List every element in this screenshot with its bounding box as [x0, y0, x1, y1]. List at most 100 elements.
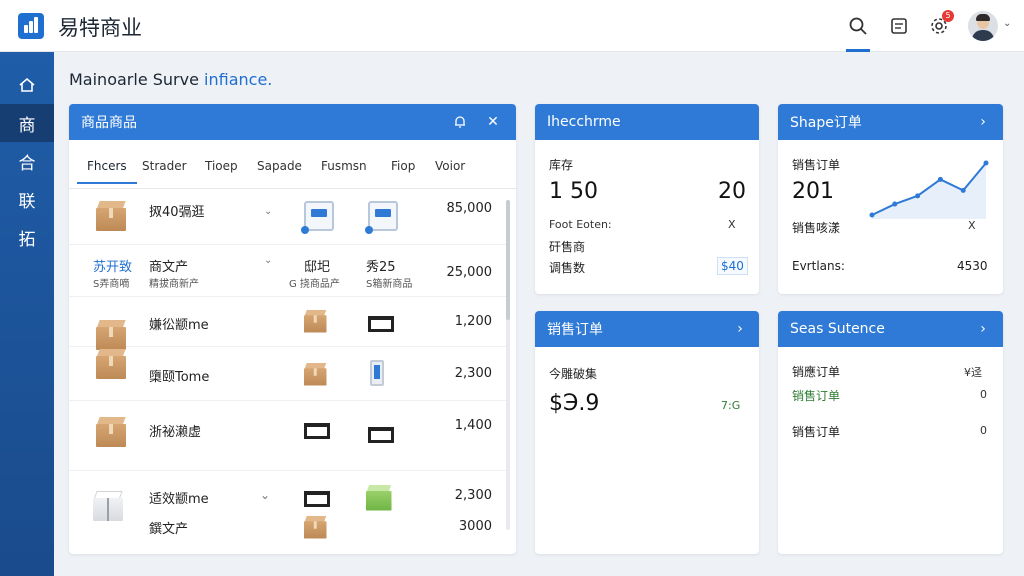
sequence-card-header: Seas Sutence ›: [778, 311, 1003, 347]
product-col3: 邸圯: [304, 260, 331, 275]
orders-row-label: Evrtlans:: [792, 259, 845, 273]
search-icon[interactable]: [846, 14, 870, 38]
sparkline-point: [915, 193, 921, 199]
box-icon: [93, 491, 123, 521]
tab-1[interactable]: Strader: [132, 148, 197, 184]
product-name: 㯐颐Tome: [149, 370, 210, 385]
tab-2[interactable]: Tioep: [195, 148, 248, 184]
inventory-row-value: $40: [717, 257, 748, 275]
chevron-down-icon[interactable]: ⌄: [1003, 18, 1011, 29]
chevron-down-icon[interactable]: ⌄: [260, 488, 270, 502]
product-value: 2,300: [454, 366, 492, 381]
sparkline-point: [892, 201, 898, 207]
close-icon[interactable]: ✕: [484, 113, 502, 131]
product-value: 85,000: [446, 201, 493, 216]
sidebar-item-4[interactable]: 拓: [0, 218, 54, 256]
tab-4[interactable]: Fusmsn: [311, 148, 377, 184]
sequence-card: Seas Sutence › 销應订单 ¥迳 销售订单 0 销售订单 0: [778, 311, 1003, 554]
package-icon: [368, 316, 394, 332]
sidebar: 商 合 联 拓: [0, 52, 54, 576]
inventory-row-label: 调售数: [549, 261, 586, 275]
sidebar-item-1[interactable]: 商: [0, 104, 54, 142]
chevron-down-icon[interactable]: ⌄: [264, 255, 272, 266]
table-row[interactable]: 㯐颐Tome 2,300: [69, 347, 506, 401]
package-icon: [368, 427, 394, 443]
sequence-row-value: 0: [980, 424, 987, 437]
tab-3[interactable]: Sapade: [247, 148, 312, 184]
product-col2-sub: 精拔商新产: [149, 279, 199, 290]
product-value: 1,400: [454, 418, 492, 433]
orders-row-value: X: [968, 219, 976, 232]
device-icon: [301, 201, 334, 234]
chevron-down-icon[interactable]: ⌄: [264, 206, 272, 217]
sales-orders-card: 销售订单 › 今雕破集 $Э.9 7:G: [535, 311, 759, 554]
orders-row-label: 销售咳漾: [792, 221, 841, 235]
page-title-suffix: infiance.: [204, 70, 273, 89]
sequence-row-value: ¥迳: [964, 366, 982, 379]
product-name: 嫌彸颛me: [149, 318, 209, 333]
inventory-row-value: X: [728, 218, 736, 231]
products-panel: 商品商品 ✕ Fhcers Strader Tioep Sapade Fusms…: [69, 104, 516, 554]
notification-badge: 5: [942, 10, 954, 22]
orders-card: Shape订单 › 销售订单 201 销售咳漾 X Evrtlans: 4530: [778, 104, 1003, 294]
table-row[interactable]: 嫌彸颛me 1,200: [69, 297, 506, 350]
tab-5[interactable]: Fiop: [381, 148, 425, 184]
device-icon: [365, 201, 398, 234]
box-icon: [304, 516, 327, 539]
sequence-row-value: 0: [980, 388, 987, 401]
table-row[interactable]: 适效颛me 鐉文产 ⌄ 2,300 3000: [69, 471, 506, 554]
sparkline-area: [872, 163, 986, 219]
notes-icon[interactable]: [887, 14, 911, 38]
product-name: 㧐40㣂逛: [149, 205, 205, 220]
box-icon: [366, 485, 392, 511]
sequence-row-label: 销售订单: [792, 425, 841, 439]
products-tabs: Fhcers Strader Tioep Sapade Fusmsn Fiop …: [77, 148, 507, 184]
orders-value: 201: [792, 179, 834, 204]
sidebar-item-label: 商: [18, 115, 36, 136]
products-panel-title: 商品商品: [81, 115, 137, 131]
table-row[interactable]: 苏开致 S弄商嘀 商文产 精拔商新产 ⌄ 邸圯 G 挠商品产 秀25 S箱新商品…: [69, 245, 506, 297]
sidebar-item-label: 合: [18, 153, 36, 174]
box-icon: [96, 349, 126, 379]
search-active-indicator: [846, 49, 870, 52]
inventory-card-header: Ihecchrme: [535, 104, 759, 140]
app-title: 易特商业: [58, 16, 142, 40]
sidebar-item-home[interactable]: [0, 66, 54, 104]
product-value: 25,000: [446, 265, 493, 280]
tab-0[interactable]: Fhcers: [77, 148, 137, 184]
table-row[interactable]: 㧐40㣂逛 ⌄ 85,000: [69, 189, 506, 245]
scrollbar-thumb[interactable]: [506, 200, 510, 320]
sequence-card-title: Seas Sutence: [790, 321, 885, 337]
inventory-row-label: Foot Eoten:: [549, 218, 612, 231]
sidebar-item-3[interactable]: 联: [0, 180, 54, 218]
product-col4-sub: S箱新商品: [366, 279, 413, 290]
top-bar: 易特商业 5 ⌄: [0, 0, 1024, 52]
product-name: 浙祕濑虚: [149, 425, 202, 440]
sequence-row-label: 销應订单: [792, 365, 841, 379]
box-icon: [304, 363, 327, 386]
sparkline-point: [960, 187, 966, 193]
box-icon: [96, 201, 126, 231]
product-col4: 秀25: [366, 260, 396, 275]
chevron-right-icon[interactable]: ›: [731, 320, 749, 338]
sparkline-point: [869, 212, 875, 218]
product-col3-sub: G 挠商品产: [289, 279, 340, 290]
orders-label: 销售订单: [792, 158, 841, 172]
product-name: 适效颛me: [149, 492, 209, 507]
chevron-right-icon[interactable]: ›: [974, 320, 992, 338]
product-name: 苏开致: [93, 260, 133, 275]
bell-icon[interactable]: [451, 113, 469, 131]
user-avatar[interactable]: [968, 11, 998, 41]
sidebar-item-2[interactable]: 合: [0, 142, 54, 180]
phone-icon: [370, 360, 384, 386]
chevron-right-icon[interactable]: ›: [974, 113, 992, 131]
app-logo-icon[interactable]: [18, 13, 44, 39]
sparkline-point: [983, 160, 989, 166]
inventory-value: 1 50: [549, 179, 598, 204]
table-row[interactable]: 浙祕濑虚 1,400: [69, 401, 506, 471]
products-panel-header: 商品商品 ✕: [69, 104, 516, 140]
tab-6[interactable]: Voior: [425, 148, 475, 184]
sales-orders-value: $Э.9: [549, 391, 600, 416]
inventory-value-right: 20: [718, 179, 746, 204]
product-value-secondary: 3000: [458, 519, 492, 534]
